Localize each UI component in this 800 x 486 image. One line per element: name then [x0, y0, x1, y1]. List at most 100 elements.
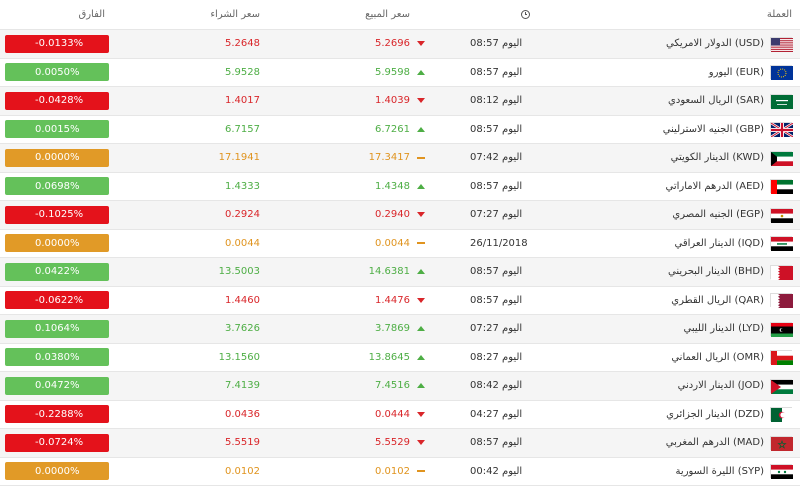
no-change-icon: [417, 242, 425, 245]
time-cell: اليوم 08:27: [470, 351, 523, 363]
flag-iq-icon: [770, 236, 793, 252]
sell-price: 6.7261: [375, 123, 410, 135]
diff-badge: 0.0422%: [5, 262, 109, 281]
time-cell: اليوم 08:57: [470, 180, 523, 192]
header-time: [470, 0, 580, 29]
table-row: الدينار الكويتي (KWD) اليوم 07:42 17.3417 1…: [0, 144, 800, 173]
sell-price: 1.4039: [375, 95, 410, 107]
sell-price: 17.3417: [368, 152, 410, 164]
currency-cell[interactable]: اليورو (EUR): [708, 59, 793, 87]
arrow-up-icon: [417, 383, 425, 389]
currency-cell[interactable]: الليرة السورية (SYP): [675, 458, 793, 486]
currency-cell[interactable]: الدينار الليبي (LYD): [683, 315, 793, 343]
currency-cell[interactable]: الدينار البحريني (BHD): [668, 258, 793, 286]
flag-eg-icon: [770, 207, 793, 223]
arrow-down-icon: [417, 297, 425, 303]
diff-cell: 0.1064%: [5, 315, 109, 343]
table-row: الدرهم الاماراتي (AED) اليوم 08:57 1.4348 1…: [0, 172, 800, 201]
buy-price: 0.0436: [225, 408, 260, 420]
buy-price: 5.5519: [225, 437, 260, 449]
currency-cell[interactable]: الريال القطري (QAR): [671, 287, 793, 315]
currency-cell[interactable]: الدينار الجزائري (DZD): [666, 401, 793, 429]
sell-price: 5.9598: [375, 66, 410, 78]
arrow-up-icon: [417, 69, 425, 75]
buy-price: 1.4333: [225, 180, 260, 192]
trend-cell: [415, 87, 427, 115]
diff-cell: 0.0472%: [5, 372, 109, 400]
table-row: الدينار الاردني (JOD) اليوم 08:42 7.4516 7.…: [0, 372, 800, 401]
arrow-up-icon: [417, 183, 425, 189]
flag-kw-icon: [770, 150, 793, 166]
trend-cell: [415, 344, 427, 372]
currency-cell[interactable]: الجنيه الاسترليني (GBP): [662, 116, 794, 144]
buy-price: 1.4460: [225, 294, 260, 306]
header-sell: سعر المبيع: [365, 9, 410, 20]
trend-cell: [415, 230, 427, 258]
diff-badge: -0.2288%: [5, 405, 109, 424]
trend-cell: [415, 30, 427, 58]
trend-cell: [415, 429, 427, 457]
currency-name: الريال العماني (OMR): [671, 351, 764, 363]
flag-jo-icon: [770, 378, 793, 394]
diff-badge: -0.1025%: [5, 205, 109, 224]
currency-cell[interactable]: الدينار الكويتي (KWD): [670, 144, 793, 172]
diff-badge: -0.0428%: [5, 91, 109, 110]
diff-cell: -0.0622%: [5, 287, 109, 315]
currency-name: الدينار الاردني (JOD): [677, 380, 764, 392]
flag-bh-icon: [770, 264, 793, 280]
currency-cell[interactable]: الدولار الامريكي (USD): [666, 30, 793, 58]
trend-cell: [415, 458, 427, 486]
arrow-up-icon: [417, 126, 425, 132]
diff-cell: 0.0000%: [5, 230, 109, 258]
currency-cell[interactable]: الدرهم الاماراتي (AED): [666, 173, 793, 201]
currency-name: الدرهم المغربي (MAD): [665, 437, 764, 449]
currency-cell[interactable]: الجنيه المصري (EGP): [672, 201, 793, 229]
currency-name: الريال القطري (QAR): [671, 294, 764, 306]
currency-name: الليرة السورية (SYP): [675, 465, 764, 477]
diff-cell: -0.0724%: [5, 429, 109, 457]
currency-name: الدينار الكويتي (KWD): [670, 152, 764, 164]
table-row: الجنيه الاسترليني (GBP) اليوم 08:57 6.7261…: [0, 115, 800, 144]
table-row: اليورو (EUR) اليوم 08:57 5.9598 5.9528 0.005…: [0, 58, 800, 87]
diff-cell: 0.0422%: [5, 258, 109, 286]
trend-cell: [415, 401, 427, 429]
time-cell: اليوم 07:42: [470, 152, 523, 164]
buy-price: 5.2648: [225, 38, 260, 50]
time-cell: اليوم 07:27: [470, 323, 523, 335]
flag-eu-icon: [770, 65, 793, 81]
trend-cell: [415, 116, 427, 144]
diff-cell: 0.0015%: [5, 116, 109, 144]
flag-qa-icon: [770, 293, 793, 309]
table-row: الدينار الجزائري (DZD) اليوم 04:27 0.0444 0…: [0, 400, 800, 429]
currency-name: الدولار الامريكي (USD): [666, 38, 764, 50]
arrow-down-icon: [417, 440, 425, 446]
trend-cell: [415, 258, 427, 286]
buy-price: 0.2924: [225, 209, 260, 221]
header-currency: العملة: [766, 9, 792, 20]
header-diff: الفارق: [78, 9, 105, 20]
sell-price: 5.5529: [375, 437, 410, 449]
currency-name: الجنيه الاسترليني (GBP): [662, 123, 764, 135]
table-row: الليرة السورية (SYP) اليوم 00:42 0.0102 0.0…: [0, 457, 800, 486]
currency-cell[interactable]: الريال العماني (OMR): [671, 344, 793, 372]
flag-gb-icon: [770, 122, 794, 139]
table-row: الريال القطري (QAR) اليوم 08:57 1.4476 1.44…: [0, 286, 800, 315]
time-cell: اليوم 08:57: [470, 66, 523, 78]
diff-badge: 0.0472%: [5, 376, 109, 395]
currency-name: الدينار الليبي (LYD): [683, 323, 764, 335]
trend-cell: [415, 315, 427, 343]
currency-cell[interactable]: الدينار الاردني (JOD): [677, 372, 793, 400]
currency-cell[interactable]: الدرهم المغربي (MAD): [665, 429, 793, 457]
time-cell: 26/11/2018: [470, 237, 528, 249]
time-cell: اليوم 08:57: [470, 266, 523, 278]
sell-price: 7.4516: [375, 380, 410, 392]
currency-name: اليورو (EUR): [708, 66, 764, 78]
buy-price: 7.4139: [225, 380, 260, 392]
time-cell: اليوم 08:42: [470, 380, 523, 392]
diff-cell: 0.0380%: [5, 344, 109, 372]
diff-cell: 0.0000%: [5, 458, 109, 486]
sell-price: 0.0102: [375, 465, 410, 477]
currency-cell[interactable]: الريال السعودي (SAR): [668, 87, 793, 115]
currency-name: الريال السعودي (SAR): [668, 95, 764, 107]
currency-cell[interactable]: الدينار العراقي (IQD): [674, 230, 793, 258]
